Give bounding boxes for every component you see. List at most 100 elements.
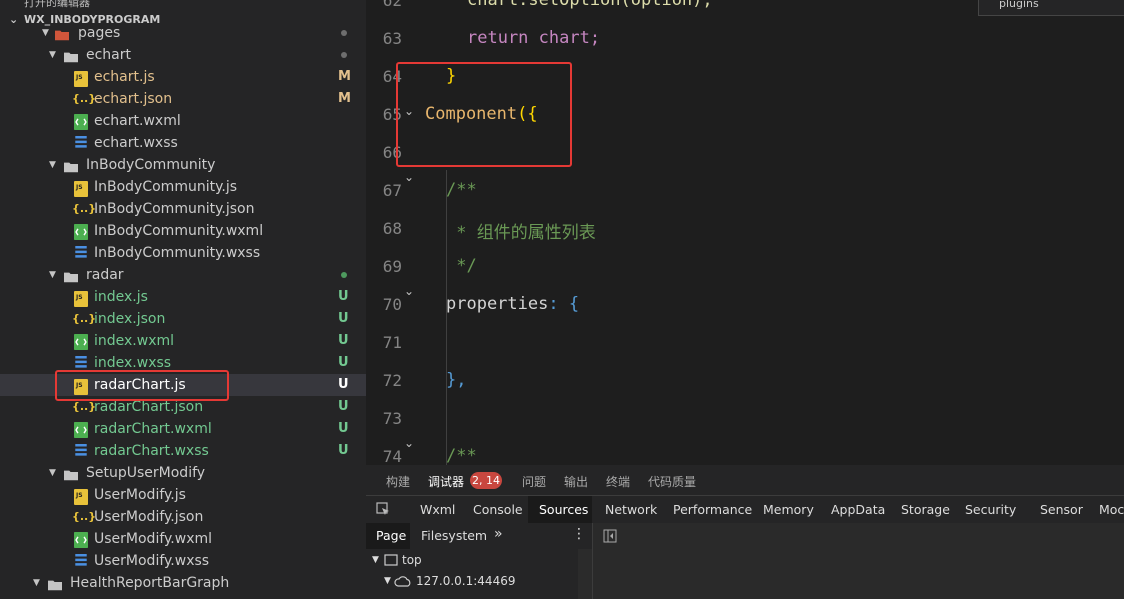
more-options-icon[interactable]: ⋮ [572, 526, 586, 542]
tree-file[interactable]: UserModify.wxml [0, 528, 366, 550]
tree-file[interactable]: InBodyCommunity.wxml [0, 220, 366, 242]
code-line[interactable]: 69 */ [366, 248, 1124, 286]
chevron-down-icon[interactable]: ▼ [33, 574, 45, 590]
tab-problems[interactable]: 问题 [522, 473, 546, 490]
js-file-icon [74, 489, 88, 505]
fold-chevron-icon[interactable]: ⌄ [404, 436, 414, 450]
code-line[interactable]: 67 ⌄ /** [366, 170, 1124, 210]
tab-terminal[interactable]: 终端 [606, 473, 630, 490]
more-tabs-button[interactable]: » [494, 526, 503, 542]
tree-file[interactable]: {..} echart.json M [0, 88, 366, 110]
git-status-badge: U [338, 399, 349, 414]
tree-label: UserModify.json [94, 509, 204, 525]
tree-file[interactable]: index.wxml U [0, 330, 366, 352]
tab-build[interactable]: 构建 [386, 473, 410, 490]
code-line[interactable]: 70 ⌄ properties: { [366, 284, 1124, 324]
code-text: */ [446, 256, 477, 276]
tab-code-quality[interactable]: 代码质量 [648, 473, 696, 490]
tab-filesystem[interactable]: Filesystem [421, 528, 487, 543]
js-file-icon [74, 181, 88, 197]
folder-icon [64, 470, 78, 481]
code-line[interactable]: 74 ⌄ /** [366, 436, 1124, 465]
tree-file[interactable]: {..} index.json U [0, 308, 366, 330]
fold-chevron-icon[interactable]: ⌄ [404, 284, 414, 298]
line-number: 70 [382, 295, 402, 314]
tree-folder[interactable]: ▼ echart [0, 44, 366, 66]
tab-appdata[interactable]: AppData [831, 502, 885, 517]
tree-file[interactable]: UserModify.wxss [0, 550, 366, 572]
chevron-down-icon[interactable]: ▼ [49, 464, 61, 480]
git-status-badge: U [338, 355, 349, 370]
tree-file[interactable]: radarChart.wxml U [0, 418, 366, 440]
tree-file[interactable]: echart.wxss [0, 132, 366, 154]
fold-chevron-icon[interactable]: ⌄ [404, 170, 414, 184]
tab-performance[interactable]: Performance [673, 502, 752, 517]
tab-security[interactable]: Security [965, 502, 1016, 517]
tree-file[interactable]: UserModify.js [0, 484, 366, 506]
tree-file[interactable]: {..} InBodyCommunity.json [0, 198, 366, 220]
tree-file[interactable]: echart.wxml [0, 110, 366, 132]
navigator-tree: ▼ top ▼ 127.0.0.1:44469 [366, 549, 578, 599]
code-line[interactable]: 63 return chart; [366, 20, 1124, 58]
code-line[interactable]: 68 * 组件的属性列表 [366, 210, 1124, 248]
code-line[interactable]: 62 chart.setOption(option); [366, 0, 1124, 20]
code-line[interactable]: 73 [366, 400, 1124, 438]
tree-file[interactable]: radarChart.wxss U [0, 440, 366, 462]
tree-label: InBodyCommunity [86, 157, 216, 173]
devtools-tabs: Wxml Console Sources Network Performance… [366, 495, 1124, 525]
chevron-down-icon[interactable]: ▼ [384, 576, 391, 586]
tree-file[interactable]: InBodyCommunity.wxss [0, 242, 366, 264]
chevron-down-icon[interactable]: ▼ [372, 555, 379, 565]
chevron-down-icon[interactable]: ▼ [49, 46, 61, 62]
code-editor[interactable]: plugins 62 chart.setOption(option); 63 r… [366, 0, 1124, 465]
code-text: /** [446, 180, 477, 200]
tab-storage[interactable]: Storage [901, 502, 950, 517]
chevron-down-icon[interactable]: ▼ [49, 266, 61, 282]
tree-host[interactable]: 127.0.0.1:44469 [416, 574, 515, 588]
chevron-down-icon[interactable]: ▼ [42, 24, 54, 40]
tree-file[interactable]: echart.js M [0, 66, 366, 88]
line-number: 71 [382, 333, 402, 352]
tree-file[interactable]: InBodyCommunity.js [0, 176, 366, 198]
tab-memory[interactable]: Memory [763, 502, 814, 517]
tab-output[interactable]: 输出 [564, 473, 588, 490]
code-line[interactable]: 71 [366, 324, 1124, 362]
wxml-file-icon [74, 224, 88, 240]
tree-folder[interactable]: ▼ pages [0, 22, 366, 44]
line-number: 72 [382, 371, 402, 390]
tree-file[interactable]: {..} UserModify.json [0, 506, 366, 528]
tree-folder[interactable]: ▼ HealthReportBarGraph [0, 572, 366, 594]
code-text: chart.setOption(option); [467, 0, 713, 10]
chevron-down-icon[interactable]: ▼ [49, 156, 61, 172]
inspect-element-icon[interactable] [376, 502, 390, 516]
git-status-badge: U [338, 311, 349, 326]
tab-sensor[interactable]: Sensor [1040, 502, 1083, 517]
git-status-badge: M [338, 91, 351, 106]
json-file-icon: {..} [72, 312, 97, 325]
tree-folder[interactable]: ▼ SetupUserModify [0, 462, 366, 484]
tree-top[interactable]: top [402, 553, 422, 567]
tree-folder[interactable]: ▼ radar [0, 264, 366, 286]
tab-console[interactable]: Console [473, 502, 523, 517]
git-status-badge: U [338, 377, 349, 392]
line-number: 74 [382, 447, 402, 465]
open-editors-label: 打开的编辑器 [24, 0, 90, 9]
tab-network[interactable]: Network [605, 502, 657, 517]
debug-panel: 构建 调试器 2, 14 问题 输出 终端 代码质量 Wxml Console … [366, 465, 1124, 599]
tree-folder[interactable]: ▼ InBodyCommunity [0, 154, 366, 176]
open-editors-header[interactable]: 打开的编辑器 [0, 0, 366, 10]
tab-wxml[interactable]: Wxml [420, 502, 455, 517]
tree-label: index.js [94, 289, 148, 305]
tab-sources[interactable]: Sources [539, 502, 588, 517]
tree-label: radarChart.wxss [94, 443, 209, 459]
tab-debugger[interactable]: 调试器 [428, 473, 464, 490]
git-status-badge: U [338, 421, 349, 436]
tab-mock[interactable]: Moc [1099, 502, 1124, 517]
toggle-navigator-icon[interactable] [603, 529, 617, 543]
tab-page[interactable]: Page [376, 528, 406, 543]
tree-file[interactable]: index.js U [0, 286, 366, 308]
code-line[interactable]: 72 }, [366, 362, 1124, 400]
line-number: 69 [382, 257, 402, 276]
highlight-box-component [396, 62, 572, 167]
scrollbar[interactable] [578, 549, 592, 599]
